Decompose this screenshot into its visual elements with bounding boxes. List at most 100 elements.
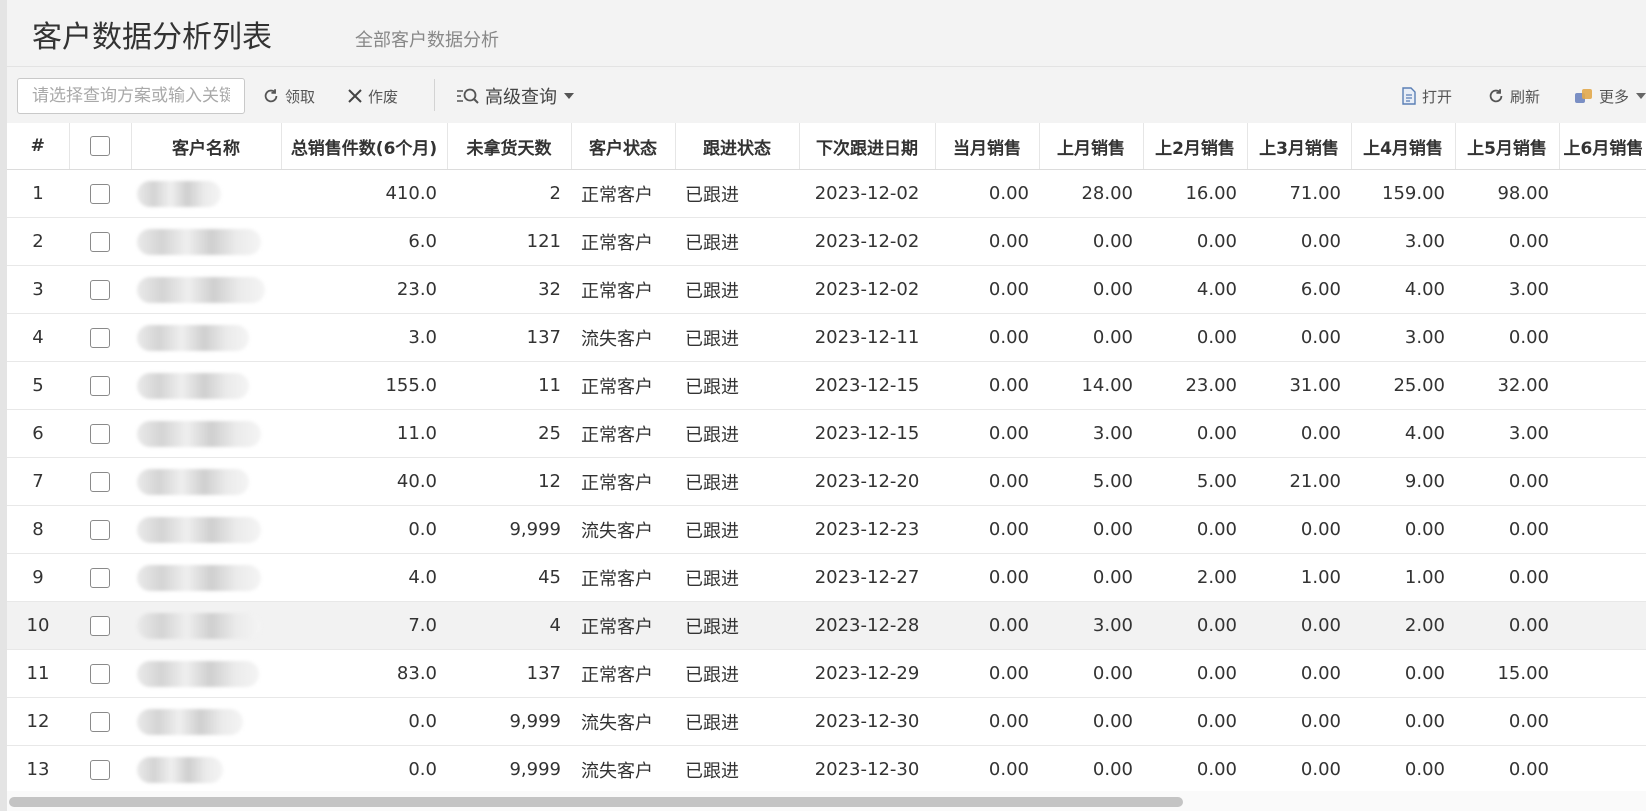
current-month-sales-cell: 0.00 (935, 409, 1039, 458)
page-title: 客户数据分析列表 (32, 20, 272, 55)
row-select (69, 361, 131, 410)
follow-status-cell: 已跟进 (675, 745, 799, 791)
table-row[interactable]: 7 40.0 12 正常客户 已跟进 2023-12-20 0.00 5.00 5.00 21.0… (7, 457, 1646, 506)
row-index: 7 (7, 457, 69, 506)
row-checkbox[interactable] (90, 424, 110, 444)
customer-status-cell: 流失客户 (571, 505, 675, 554)
open-button[interactable]: 打开 (1401, 81, 1452, 111)
table-row[interactable]: 1 410.0 2 正常客户 已跟进 2023-12-02 0.00 28.00 16.00 71… (7, 169, 1646, 218)
total-sales-cell: 0.0 (281, 697, 447, 746)
column-header-month-5-sales[interactable]: 上5月销售 (1455, 123, 1560, 170)
month-2-sales-cell: 2.00 (1143, 553, 1247, 602)
column-header-days-no-order[interactable]: 未拿货天数 (447, 123, 572, 170)
next-follow-date-cell: 2023-12-11 (799, 313, 935, 362)
column-header-select[interactable] (69, 123, 132, 170)
table-row[interactable]: 12 0.0 9,999 流失客户 已跟进 2023-12-30 0.00 0.00 0.00 0… (7, 697, 1646, 746)
month-6-sales-cell (1559, 313, 1646, 362)
total-sales-cell: 7.0 (281, 601, 447, 650)
table-row[interactable]: 2 6.0 121 正常客户 已跟进 2023-12-02 0.00 0.00 0.00 0.00… (7, 217, 1646, 266)
month-6-sales-cell (1559, 265, 1646, 314)
more-label: 更多 (1599, 87, 1630, 106)
app-window: 客户数据分析列表 全部客户数据分析 领取 作废 高级查询 (0, 0, 1646, 811)
refresh-button[interactable]: 刷新 (1487, 81, 1540, 111)
row-checkbox[interactable] (90, 184, 110, 204)
refresh-icon (1487, 87, 1505, 105)
column-header-index[interactable]: # (7, 123, 70, 170)
month-3-sales-cell: 31.00 (1247, 361, 1351, 410)
month-4-sales-cell: 159.00 (1351, 169, 1455, 218)
column-header-month-2-sales[interactable]: 上2月销售 (1143, 123, 1248, 170)
follow-status-cell: 已跟进 (675, 457, 799, 506)
row-index: 1 (7, 169, 69, 218)
column-header-month-4-sales[interactable]: 上4月销售 (1351, 123, 1456, 170)
row-checkbox[interactable] (90, 664, 110, 684)
current-month-sales-cell: 0.00 (935, 313, 1039, 362)
month-4-sales-cell: 2.00 (1351, 601, 1455, 650)
toolbar-divider (434, 79, 435, 111)
month-3-sales-cell: 0.00 (1247, 409, 1351, 458)
last-month-sales-cell: 0.00 (1039, 553, 1143, 602)
search-input[interactable] (17, 78, 245, 114)
row-checkbox[interactable] (90, 232, 110, 252)
column-header-last-month-sales[interactable]: 上月销售 (1039, 123, 1144, 170)
month-4-sales-cell: 0.00 (1351, 697, 1455, 746)
void-label: 作废 (368, 87, 399, 106)
redacted-name-blur (137, 516, 261, 543)
redacted-name-blur (137, 468, 249, 495)
customer-name-cell (131, 697, 281, 746)
follow-status-cell: 已跟进 (675, 505, 799, 554)
customer-status-cell: 正常客户 (571, 601, 675, 650)
column-header-customer-name[interactable]: 客户名称 (131, 123, 282, 170)
toolbar: 领取 作废 高级查询 打开 刷新 (7, 67, 1646, 123)
row-checkbox[interactable] (90, 712, 110, 732)
column-header-month-3-sales[interactable]: 上3月销售 (1247, 123, 1352, 170)
column-header-current-month-sales[interactable]: 当月销售 (935, 123, 1040, 170)
month-5-sales-cell: 0.00 (1455, 553, 1559, 602)
row-checkbox[interactable] (90, 376, 110, 396)
table-row[interactable]: 9 4.0 45 正常客户 已跟进 2023-12-27 0.00 0.00 2.00 1.00 1… (7, 553, 1646, 602)
table-row[interactable]: 13 0.0 9,999 流失客户 已跟进 2023-12-30 0.00 0.00 0.00 0… (7, 745, 1646, 791)
column-header-total-sales[interactable]: 总销售件数(6个月) (281, 123, 448, 170)
customer-status-cell: 正常客户 (571, 553, 675, 602)
horizontal-scrollbar-thumb[interactable] (9, 797, 1183, 807)
select-all-checkbox[interactable] (90, 136, 110, 156)
row-select (69, 649, 131, 698)
days-no-order-cell: 4 (447, 601, 571, 650)
document-icon (1401, 87, 1417, 105)
table-row[interactable]: 11 83.0 137 正常客户 已跟进 2023-12-29 0.00 0.00 0.00 0.… (7, 649, 1646, 698)
table-row[interactable]: 5 155.0 11 正常客户 已跟进 2023-12-15 0.00 14.00 23.00 3… (7, 361, 1646, 410)
row-checkbox[interactable] (90, 568, 110, 588)
row-checkbox[interactable] (90, 328, 110, 348)
row-checkbox[interactable] (90, 280, 110, 300)
table-row[interactable]: 8 0.0 9,999 流失客户 已跟进 2023-12-23 0.00 0.00 0.00 0.… (7, 505, 1646, 554)
horizontal-scrollbar[interactable] (7, 791, 1646, 811)
row-select (69, 457, 131, 506)
table-row[interactable]: 3 23.0 32 正常客户 已跟进 2023-12-02 0.00 0.00 4.00 6.00… (7, 265, 1646, 314)
more-button[interactable]: 更多 (1574, 81, 1646, 111)
row-checkbox[interactable] (90, 616, 110, 636)
row-index: 6 (7, 409, 69, 458)
redacted-name-blur (137, 372, 249, 399)
customer-name-cell (131, 553, 281, 602)
total-sales-cell: 11.0 (281, 409, 447, 458)
column-header-next-follow-date[interactable]: 下次跟进日期 (799, 123, 936, 170)
advanced-query-button[interactable]: 高级查询 (456, 81, 574, 111)
column-header-follow-status[interactable]: 跟进状态 (675, 123, 800, 170)
column-header-customer-status[interactable]: 客户状态 (571, 123, 676, 170)
claim-button[interactable]: 领取 (262, 81, 315, 111)
next-follow-date-cell: 2023-12-02 (799, 217, 935, 266)
row-select (69, 217, 131, 266)
column-header-month-6-sales[interactable]: 上6月销售 (1559, 123, 1646, 170)
month-6-sales-cell (1559, 553, 1646, 602)
days-no-order-cell: 121 (447, 217, 571, 266)
void-button[interactable]: 作废 (347, 81, 398, 111)
row-index: 11 (7, 649, 69, 698)
days-no-order-cell: 9,999 (447, 697, 571, 746)
table-row[interactable]: 6 11.0 25 正常客户 已跟进 2023-12-15 0.00 3.00 0.00 0.00… (7, 409, 1646, 458)
row-checkbox[interactable] (90, 472, 110, 492)
table-row[interactable]: 4 3.0 137 流失客户 已跟进 2023-12-11 0.00 0.00 0.00 0.00… (7, 313, 1646, 362)
table-row[interactable]: 10 7.0 4 正常客户 已跟进 2023-12-28 0.00 3.00 0.00 0.00 2… (7, 601, 1646, 650)
row-checkbox[interactable] (90, 520, 110, 540)
row-checkbox[interactable] (90, 760, 110, 780)
customer-status-cell: 正常客户 (571, 409, 675, 458)
